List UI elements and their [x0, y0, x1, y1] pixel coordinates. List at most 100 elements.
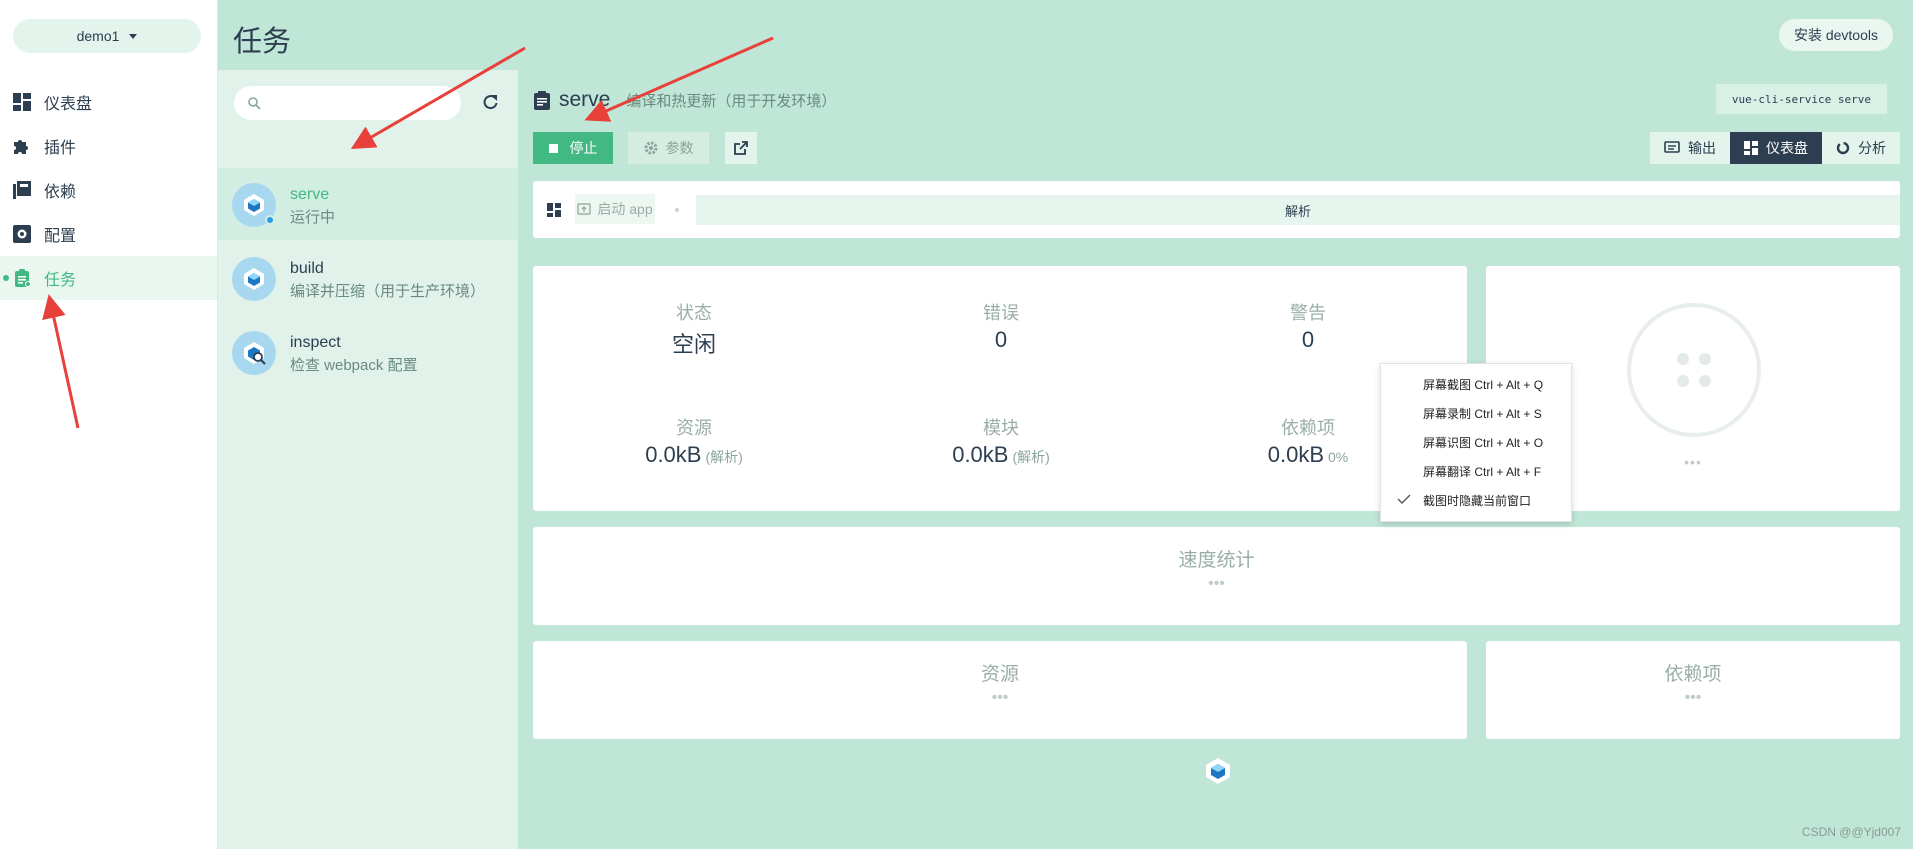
task-name: inspect: [290, 334, 341, 351]
donut-chart-icon: [1836, 141, 1850, 155]
command-chip: vue-cli-service serve: [1714, 83, 1888, 115]
tab-output[interactable]: 输出: [1650, 132, 1730, 164]
nav-item-plugins[interactable]: 插件: [0, 124, 217, 168]
menu-item-screenshot[interactable]: 屏幕截图 Ctrl + Alt + Q: [1381, 370, 1571, 399]
nav-label: 配置: [44, 228, 77, 245]
task-subtitle: 编译和热更新（用于开发环境）: [626, 93, 837, 110]
menu-item-label: 屏幕识图 Ctrl + Alt + O: [1423, 436, 1544, 450]
task-item-inspect[interactable]: inspect 检查 webpack 配置: [218, 316, 518, 388]
dashboard-toolbar: 启动 app 解析: [533, 181, 1900, 238]
nav-label: 插件: [44, 140, 77, 157]
install-devtools-button[interactable]: 安装 devtools: [1778, 19, 1893, 51]
stat-warnings: 警告 0: [1188, 299, 1428, 353]
open-in-new-icon: [734, 141, 748, 155]
tab-analyze[interactable]: 分析: [1822, 132, 1900, 164]
puzzle-icon: [14, 140, 28, 154]
speed-stats-card: 速度统计 •••: [533, 527, 1900, 625]
task-description: 编译并压缩（用于生产环境）: [290, 283, 486, 300]
task-description: 检查 webpack 配置: [290, 357, 418, 374]
stat-label: 模块: [983, 418, 1019, 438]
launch-label: 启动 app: [597, 201, 653, 217]
watermark: CSDN @@Yjd007: [1801, 825, 1901, 839]
stop-icon: [548, 143, 558, 153]
nav-item-dependencies[interactable]: 依赖: [0, 168, 217, 212]
nav-item-config[interactable]: 配置: [0, 212, 217, 256]
stat-value: 0.0kB (解析): [574, 442, 814, 468]
stat-value-text: 0.0kB: [645, 442, 702, 467]
webpack-icon: [232, 257, 276, 301]
stop-button[interactable]: 停止: [533, 132, 613, 164]
stat-label: 资源: [676, 418, 712, 438]
project-name: demo1: [76, 28, 120, 44]
project-selector[interactable]: demo1: [13, 19, 201, 53]
top-bar: 任务 安装 devtools: [218, 0, 1913, 70]
view-tabs: 输出 仪表盘 分析: [1650, 132, 1900, 164]
loading-ellipsis: •••: [1684, 689, 1702, 706]
placeholder-dot: [1677, 375, 1689, 387]
gear-icon: [644, 141, 657, 155]
task-header: serve 编译和热更新（用于开发环境）: [533, 88, 836, 112]
nav-item-dashboard[interactable]: 仪表盘: [0, 80, 217, 124]
task-status: 运行中: [290, 209, 336, 226]
tab-dashboard[interactable]: 仪表盘: [1730, 132, 1822, 164]
dashboard-icon: [1744, 141, 1758, 155]
params-button[interactable]: 参数: [628, 132, 709, 164]
params-label: 参数: [665, 140, 694, 156]
stat-value-text: 0.0kB: [952, 442, 1009, 467]
task-item-build[interactable]: build 编译并压缩（用于生产环境）: [218, 242, 518, 314]
dashboard-icon: [13, 93, 31, 111]
placeholder-dot: [1677, 353, 1689, 365]
loading-ellipsis: •••: [991, 689, 1009, 706]
placeholder-dot: [1699, 353, 1711, 365]
webpack-icon: [232, 183, 276, 227]
stat-label: 错误: [983, 303, 1019, 323]
stat-modules: 模块 0.0kB (解析): [881, 414, 1121, 468]
menu-item-screen-ocr[interactable]: 屏幕识图 Ctrl + Alt + O: [1381, 428, 1571, 457]
stat-parse-link[interactable]: (解析): [705, 449, 742, 465]
active-indicator: [3, 275, 9, 281]
dashboard-icon[interactable]: [547, 203, 561, 217]
stat-value-text: 0: [1301, 327, 1315, 352]
menu-item-hide-window[interactable]: 截图时隐藏当前窗口: [1381, 486, 1571, 515]
stat-value: 空闲: [574, 327, 814, 359]
menu-item-screen-translate[interactable]: 屏幕翻译 Ctrl + Alt + F: [1381, 457, 1571, 486]
stat-value-text: 空闲: [671, 332, 716, 357]
task-title: serve: [559, 88, 611, 111]
settings-icon: [13, 225, 31, 243]
task-list-pane: serve 运行中 build 编译并压缩（用于生产环境） inspect 检查…: [218, 70, 518, 849]
task-item-serve[interactable]: serve 运行中: [218, 168, 518, 240]
stat-label: 状态: [676, 303, 712, 323]
main-nav: 仪表盘 插件 依赖 配置 任务: [0, 80, 217, 300]
task-name: serve: [290, 186, 330, 203]
empty-donut-placeholder: [1627, 303, 1761, 437]
tab-label: 仪表盘: [1766, 140, 1808, 156]
card-title: 依赖项: [1664, 664, 1722, 685]
task-search-input[interactable]: [234, 86, 461, 120]
stat-value-text: 0.0kB: [1267, 442, 1325, 467]
open-in-browser-icon: [577, 203, 592, 215]
stat-parse-link[interactable]: (解析): [1012, 449, 1049, 465]
clipboard-icon: [534, 91, 550, 110]
nav-item-tasks[interactable]: 任务: [0, 256, 217, 300]
page-title: 任务: [233, 26, 292, 58]
stat-status: 状态 空闲: [574, 299, 814, 359]
launch-app-button[interactable]: 启动 app: [575, 194, 655, 224]
open-external-button[interactable]: [725, 132, 757, 164]
tab-label: 分析: [1858, 140, 1886, 156]
clipboard-icon: [15, 269, 31, 287]
refresh-icon[interactable]: [479, 91, 501, 113]
stat-errors: 错误 0: [881, 299, 1121, 353]
caret-down-icon: [129, 33, 138, 39]
stat-value: 0.0kB (解析): [881, 442, 1121, 468]
stat-label: 警告: [1290, 303, 1326, 323]
checkmark-icon: [1397, 494, 1411, 504]
menu-item-label: 截图时隐藏当前窗口: [1423, 494, 1532, 508]
menu-item-screen-record[interactable]: 屏幕录制 Ctrl + Alt + S: [1381, 399, 1571, 428]
stat-value: 0: [1188, 327, 1428, 353]
console-icon: [1664, 141, 1680, 153]
stop-label: 停止: [569, 140, 598, 156]
running-indicator: [265, 215, 275, 225]
parse-toggle[interactable]: 解析: [696, 195, 1900, 225]
webpack-logo-icon: [1206, 758, 1230, 784]
menu-item-label: 屏幕录制 Ctrl + Alt + S: [1423, 407, 1542, 421]
